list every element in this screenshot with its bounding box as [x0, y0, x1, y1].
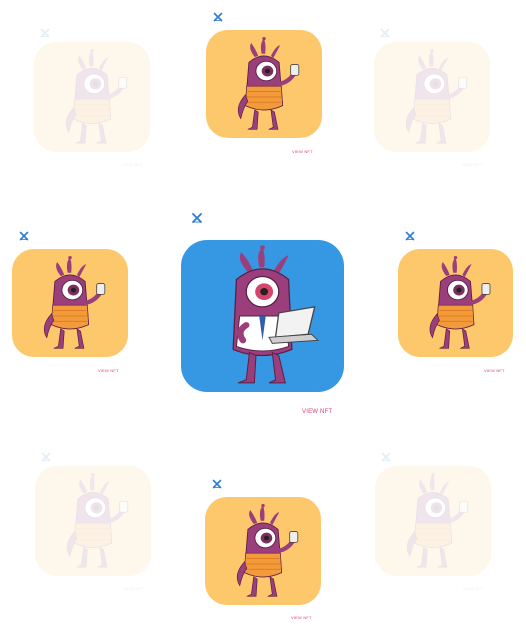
view-nft-link[interactable]: VIEW NFT: [463, 586, 484, 591]
x-logo-icon[interactable]: [38, 26, 52, 40]
view-nft-link[interactable]: VIEW NFT: [122, 162, 143, 167]
x-logo-icon[interactable]: [39, 450, 53, 464]
nft-image[interactable]: [181, 240, 344, 392]
view-nft-link[interactable]: VIEW NFT: [462, 162, 483, 167]
nft-image[interactable]: [205, 497, 321, 605]
view-nft-link[interactable]: VIEW NFT: [484, 368, 505, 373]
x-logo-icon[interactable]: [210, 477, 224, 491]
purple-cyclops-monster-icon: [206, 30, 322, 138]
purple-cyclops-monster-icon: [12, 249, 128, 357]
purple-cyclops-monster-icon: [35, 466, 151, 576]
nft-image[interactable]: [35, 466, 151, 576]
nft-image[interactable]: [206, 30, 322, 138]
view-nft-link[interactable]: VIEW NFT: [123, 586, 144, 591]
nft-image[interactable]: [34, 42, 150, 152]
purple-cyclops-monster-icon: [375, 466, 491, 576]
x-logo-icon[interactable]: [17, 229, 31, 243]
view-nft-link[interactable]: VIEW NFT: [302, 409, 332, 415]
view-nft-link[interactable]: VIEW NFT: [291, 615, 312, 620]
purple-cyclops-monster-icon: [374, 42, 490, 152]
view-nft-link[interactable]: VIEW NFT: [292, 149, 313, 154]
purple-cyclops-monster-icon: [181, 240, 344, 392]
x-logo-icon[interactable]: [189, 210, 205, 226]
view-nft-link[interactable]: VIEW NFT: [98, 368, 119, 373]
x-logo-icon[interactable]: [378, 26, 392, 40]
nft-image[interactable]: [374, 42, 490, 152]
nft-image[interactable]: [12, 249, 128, 357]
nft-image[interactable]: [398, 249, 513, 357]
x-logo-icon[interactable]: [211, 10, 225, 24]
x-logo-icon[interactable]: [403, 229, 417, 243]
purple-cyclops-monster-icon: [398, 249, 513, 357]
purple-cyclops-monster-icon: [205, 497, 321, 605]
nft-image[interactable]: [375, 466, 491, 576]
x-logo-icon[interactable]: [379, 450, 393, 464]
purple-cyclops-monster-icon: [34, 42, 150, 152]
